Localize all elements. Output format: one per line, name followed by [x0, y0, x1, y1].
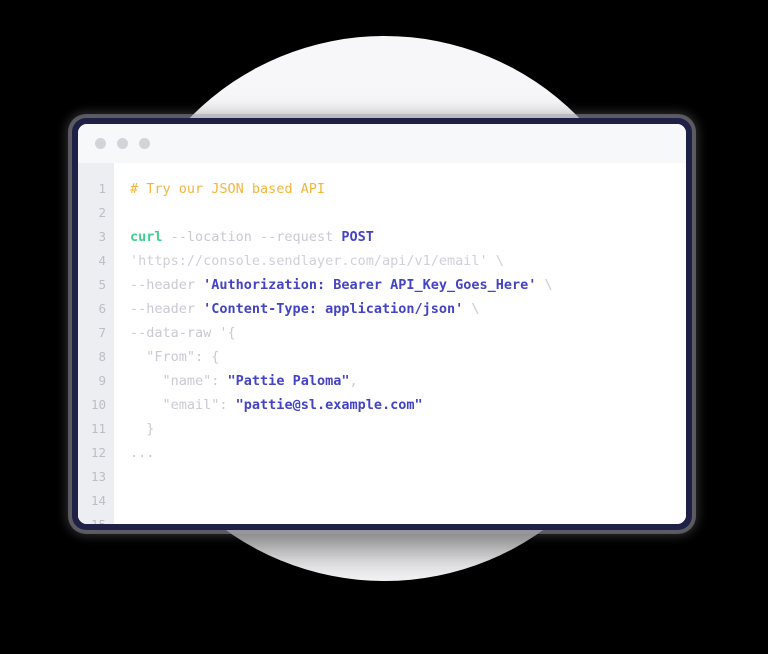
code-line[interactable]: "name": "Pattie Paloma", [130, 369, 686, 393]
code-token-plain: --header [130, 301, 204, 317]
code-line[interactable]: --header 'Content-Type: application/json… [130, 297, 686, 321]
code-line[interactable]: } [130, 417, 686, 441]
code-line[interactable] [130, 465, 686, 489]
line-number: 15 [78, 513, 114, 524]
code-line[interactable]: "From": { [130, 345, 686, 369]
code-token-plain: --header [130, 277, 204, 293]
line-number-gutter: 123456789101112131415 [78, 163, 114, 524]
code-line[interactable]: curl --location --request POST [130, 225, 686, 249]
close-dot[interactable] [95, 138, 106, 149]
maximize-dot[interactable] [139, 138, 150, 149]
code-line[interactable]: --header 'Authorization: Bearer API_Key_… [130, 273, 686, 297]
code-line[interactable]: --data-raw '{ [130, 321, 686, 345]
code-token-key: "email": [130, 397, 236, 413]
line-number: 4 [98, 253, 106, 268]
code-line[interactable] [130, 489, 686, 513]
line-number: 11 [90, 421, 106, 436]
code-token-cmd: curl [130, 229, 163, 245]
code-line[interactable] [130, 201, 686, 225]
code-token-key: "From": { [130, 349, 220, 365]
line-number: 3 [98, 229, 106, 244]
code-token-plain: --data-raw '{ [130, 325, 236, 341]
code-token-str: 'Content-Type: application/json' [203, 301, 464, 317]
code-token-key: "name": [130, 373, 228, 389]
line-number: 7 [98, 325, 106, 340]
line-number: 13 [90, 469, 106, 484]
code-token-str: "Pattie Paloma" [227, 373, 350, 389]
line-number: 6 [98, 301, 106, 316]
code-token-url: 'https://console.sendlayer.com/api/v1/em… [130, 253, 504, 269]
minimize-dot[interactable] [117, 138, 128, 149]
code-token-comment: # Try our JSON based API [130, 181, 326, 197]
line-number: 10 [90, 397, 106, 412]
code-line[interactable] [130, 513, 686, 524]
code-line[interactable]: 'https://console.sendlayer.com/api/v1/em… [130, 249, 686, 273]
code-token-plain: --location --request [162, 229, 342, 245]
code-line[interactable]: ... [130, 441, 686, 465]
code-token-plain: \ [463, 301, 480, 317]
line-number: 5 [98, 277, 106, 292]
code-token-plain: ... [130, 445, 155, 461]
line-number: 8 [98, 349, 106, 364]
code-token-punct: , [349, 373, 358, 389]
code-editor[interactable]: 123456789101112131415 # Try our JSON bas… [78, 163, 686, 524]
line-number: 9 [98, 373, 106, 388]
code-token-method: POST [341, 229, 374, 245]
code-line[interactable]: "email": "pattie@sl.example.com" [130, 393, 686, 417]
line-number: 12 [90, 445, 106, 460]
code-token-plain: \ [536, 277, 553, 293]
code-token-key: } [130, 421, 155, 437]
line-number: 2 [98, 205, 106, 220]
line-number: 14 [90, 493, 106, 508]
line-number: 1 [98, 181, 106, 196]
code-line[interactable]: # Try our JSON based API [130, 177, 686, 201]
code-token-str: 'Authorization: Bearer API_Key_Goes_Here… [203, 277, 537, 293]
window-title-bar [78, 124, 686, 163]
code-token-str: "pattie@sl.example.com" [235, 397, 423, 413]
code-window: 123456789101112131415 # Try our JSON bas… [72, 118, 692, 530]
window-inner: 123456789101112131415 # Try our JSON bas… [78, 124, 686, 524]
code-content[interactable]: # Try our JSON based API curl --location… [114, 163, 686, 524]
